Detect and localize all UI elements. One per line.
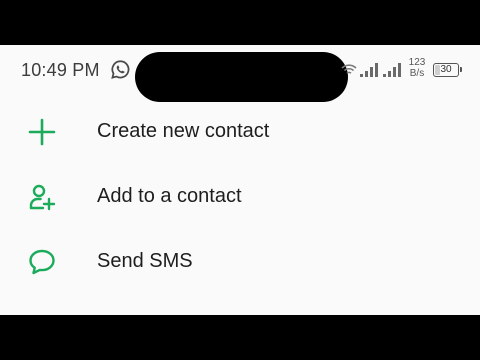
status-bar: 10:49 PM 123 B/s 30 (0, 45, 480, 102)
send-sms-label: Send SMS (97, 250, 193, 272)
battery-level: 30 (440, 64, 452, 75)
network-speed-unit: B/s (409, 68, 425, 79)
add-to-contact-option[interactable]: Add to a contact (0, 166, 480, 226)
battery-icon: 30 (433, 63, 462, 77)
chat-bubble-icon (29, 249, 55, 275)
signal-icon (383, 63, 401, 77)
add-person-icon (29, 184, 56, 211)
create-new-contact-option[interactable]: Create new contact (0, 101, 480, 161)
phone-screen: 10:49 PM 123 B/s 30 Create new contact A… (0, 45, 480, 315)
whatsapp-icon (111, 60, 130, 79)
status-time: 10:49 PM (21, 60, 100, 80)
redaction-bar (135, 52, 348, 102)
network-speed: 123 B/s (406, 57, 428, 79)
add-to-contact-label: Add to a contact (97, 185, 242, 207)
network-speed-value: 123 (408, 57, 426, 68)
wifi-icon (341, 64, 357, 74)
signal-icon (360, 63, 378, 77)
send-sms-option[interactable]: Send SMS (0, 231, 480, 291)
plus-icon (28, 118, 56, 146)
create-new-contact-label: Create new contact (97, 120, 270, 142)
